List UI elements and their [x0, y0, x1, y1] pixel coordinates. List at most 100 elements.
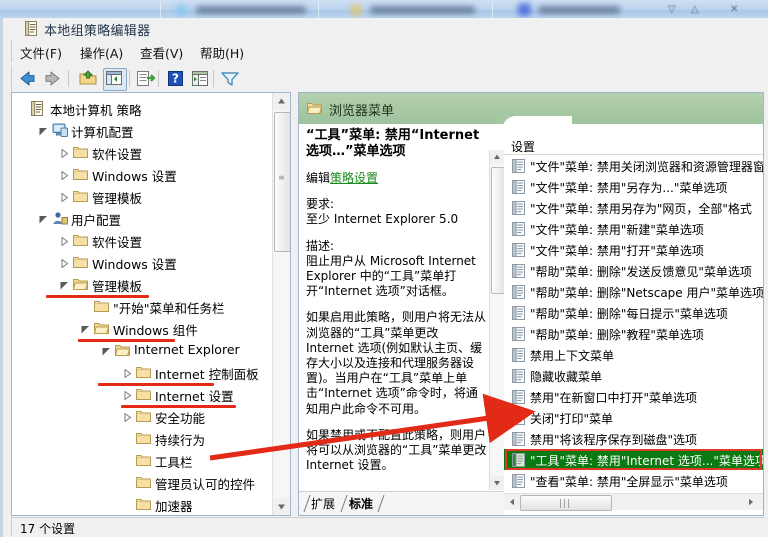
- settings-list-row[interactable]: "文件"菜单: 禁用关闭浏览器和资源管理器窗: [504, 155, 763, 176]
- settings-list-row[interactable]: 禁用上下文菜单: [504, 344, 763, 365]
- chevron-up-icon[interactable]: △: [691, 4, 699, 15]
- settings-column-header-label: 设置: [511, 140, 536, 154]
- tree-item[interactable]: 管理模板: [12, 273, 274, 295]
- filter-icon[interactable]: [219, 68, 241, 89]
- tree-twisty-closed-icon[interactable]: [60, 257, 69, 269]
- tree-twisty-closed-icon[interactable]: [60, 235, 69, 247]
- tree-item[interactable]: 兼容性视图: [12, 515, 274, 516]
- tree-item[interactable]: 软件设置: [12, 229, 274, 251]
- navigation-tree[interactable]: 本地计算机 策略 计算机配置 软件设置 Windows 设置 管理模板 用户配置 软件设置 W…: [11, 92, 291, 516]
- tree-item[interactable]: 加速器: [12, 493, 274, 515]
- description-scroll-up-icon[interactable]: [490, 150, 504, 164]
- tree-twisty-open-icon[interactable]: [39, 213, 48, 224]
- settings-list-row[interactable]: "查看"菜单: 禁用"全屏显示"菜单选项: [504, 470, 763, 491]
- menu-file[interactable]: 文件(F): [20, 43, 62, 62]
- settings-list-row-label: "工具"菜单: 禁用"Internet 选项..."菜单选项: [530, 454, 763, 468]
- policy-setting-link[interactable]: 策略设置: [330, 171, 378, 185]
- tree-item[interactable]: Windows 设置: [12, 163, 274, 185]
- tree-item[interactable]: Windows 设置: [12, 251, 274, 273]
- taskbar-item-icon: [175, 4, 188, 16]
- forward-icon[interactable]: [42, 68, 64, 89]
- settings-hscrollbar[interactable]: |||: [504, 493, 763, 511]
- tree-item[interactable]: Windows 组件: [12, 317, 274, 339]
- tree-item-label: Windows 组件: [113, 323, 198, 338]
- settings-list-row[interactable]: 禁用"将该程序保存到磁盘"选项: [504, 428, 763, 449]
- tree-item[interactable]: 用户配置: [12, 207, 274, 229]
- tree-twisty-closed-icon[interactable]: [60, 147, 69, 159]
- settings-list-row[interactable]: 隐藏收藏菜单: [504, 365, 763, 386]
- tree-twisty-closed-icon[interactable]: [60, 169, 69, 181]
- tree-item[interactable]: 安全功能: [12, 405, 274, 427]
- settings-list-row[interactable]: "工具"菜单: 禁用"Internet 选项..."菜单选项: [504, 449, 763, 470]
- tree-item[interactable]: 软件设置: [12, 141, 274, 163]
- tree-item-label: 用户配置: [71, 213, 122, 228]
- chevron-down-icon[interactable]: ▽: [668, 4, 676, 15]
- tree-item[interactable]: Internet 控制面板: [12, 361, 274, 383]
- tree-twisty-open-icon[interactable]: [102, 345, 111, 356]
- up-folder-icon[interactable]: [77, 68, 99, 89]
- hscroll-right-icon[interactable]: [744, 495, 758, 509]
- settings-list-row[interactable]: "帮助"菜单: 删除"每日提示"菜单选项: [504, 302, 763, 323]
- tab-standard[interactable]: 标准: [349, 495, 373, 513]
- tree-twisty-open-icon[interactable]: [39, 125, 48, 136]
- tree-item[interactable]: 持续行为: [12, 427, 274, 449]
- tree-scrollbar[interactable]: ≡: [272, 93, 290, 515]
- tree-item[interactable]: 管理模板: [12, 185, 274, 207]
- settings-list-row-label: "文件"菜单: 禁用"打开"菜单选项: [530, 244, 704, 258]
- settings-list-row[interactable]: "帮助"菜单: 删除"教程"菜单选项: [504, 323, 763, 344]
- tree-item[interactable]: 计算机配置: [12, 119, 274, 141]
- policy-setting-icon: [512, 432, 525, 446]
- settings-list[interactable]: 设置 "文件"菜单: 禁用关闭浏览器和资源管理器窗 "文件"菜单: 禁用"另存为.…: [504, 124, 763, 515]
- tree-item[interactable]: Internet 设置: [12, 383, 274, 405]
- tree-item[interactable]: 本地计算机 策略: [12, 97, 274, 119]
- settings-list-row[interactable]: "帮助"菜单: 删除"Netscape 用户"菜单选项: [504, 281, 763, 302]
- settings-list-row[interactable]: "帮助"菜单: 删除"发送反馈意见"菜单选项: [504, 260, 763, 281]
- menu-view[interactable]: 查看(V): [140, 43, 183, 62]
- settings-column-header[interactable]: 设置: [504, 136, 763, 155]
- tree-scroll-thumb[interactable]: [274, 112, 290, 252]
- policy-editor-icon: [25, 21, 38, 36]
- tree-twisty-closed-icon[interactable]: [60, 191, 69, 203]
- requirement-label: 要求:: [306, 197, 335, 212]
- settings-list-row[interactable]: "文件"菜单: 禁用另存为"网页，全部"格式: [504, 197, 763, 218]
- settings-list-row[interactable]: "文件"菜单: 禁用"另存为..."菜单选项: [504, 176, 763, 197]
- export-list-icon[interactable]: [134, 68, 156, 89]
- tree-item[interactable]: 管理员认可的控件: [12, 471, 274, 493]
- back-icon[interactable]: [16, 68, 38, 89]
- settings-list-row-label: 禁用"在新窗口中打开"菜单选项: [530, 391, 698, 405]
- tree-twisty-closed-icon[interactable]: [123, 367, 132, 379]
- tree-item[interactable]: 工具栏: [12, 449, 274, 471]
- tree-item[interactable]: "开始"菜单和任务栏: [12, 295, 274, 317]
- folder-icon: [136, 431, 151, 447]
- properties-icon[interactable]: [189, 68, 211, 89]
- show-hide-tree-icon[interactable]: [103, 68, 127, 91]
- tree-twisty-closed-icon[interactable]: [123, 411, 132, 423]
- tab-extended[interactable]: 扩展: [311, 495, 335, 513]
- tree-twisty-closed-icon[interactable]: [123, 389, 132, 401]
- menu-help[interactable]: 帮助(H): [200, 43, 244, 62]
- window-title: 本地组策略编辑器: [44, 24, 151, 39]
- edit-label: 编辑: [306, 171, 331, 185]
- description-scroll-thumb[interactable]: [491, 167, 505, 294]
- settings-list-row[interactable]: 关闭"打印"菜单: [504, 407, 763, 428]
- tree-twisty-open-icon[interactable]: [60, 279, 69, 290]
- tree-scroll-down-icon[interactable]: [273, 498, 290, 515]
- description-scroll-down-icon[interactable]: [490, 476, 504, 490]
- tree-twisty-open-icon[interactable]: [81, 323, 90, 334]
- help-icon[interactable]: ?: [164, 68, 186, 89]
- tree-item-label: 管理员认可的控件: [155, 477, 256, 492]
- close-icon[interactable]: ✕: [730, 4, 738, 15]
- tree-item[interactable]: Internet Explorer: [12, 339, 274, 361]
- settings-list-row[interactable]: "文件"菜单: 禁用"新建"菜单选项: [504, 218, 763, 239]
- description-scrollbar[interactable]: [489, 150, 505, 490]
- tree-scroll-up-icon[interactable]: [273, 93, 290, 110]
- annotation-underline-windows-components: [98, 383, 214, 386]
- settings-list-row-label: "文件"菜单: 禁用关闭浏览器和资源管理器窗: [530, 160, 763, 174]
- folder-open-icon: [93, 321, 110, 337]
- settings-list-row[interactable]: "文件"菜单: 禁用"打开"菜单选项: [504, 239, 763, 260]
- settings-list-row[interactable]: 禁用"在新窗口中打开"菜单选项: [504, 386, 763, 407]
- tree-item-label: 管理模板: [92, 279, 143, 294]
- svg-text:?: ?: [172, 72, 179, 86]
- hscroll-left-icon[interactable]: [505, 495, 519, 509]
- menu-action[interactable]: 操作(A): [80, 43, 123, 62]
